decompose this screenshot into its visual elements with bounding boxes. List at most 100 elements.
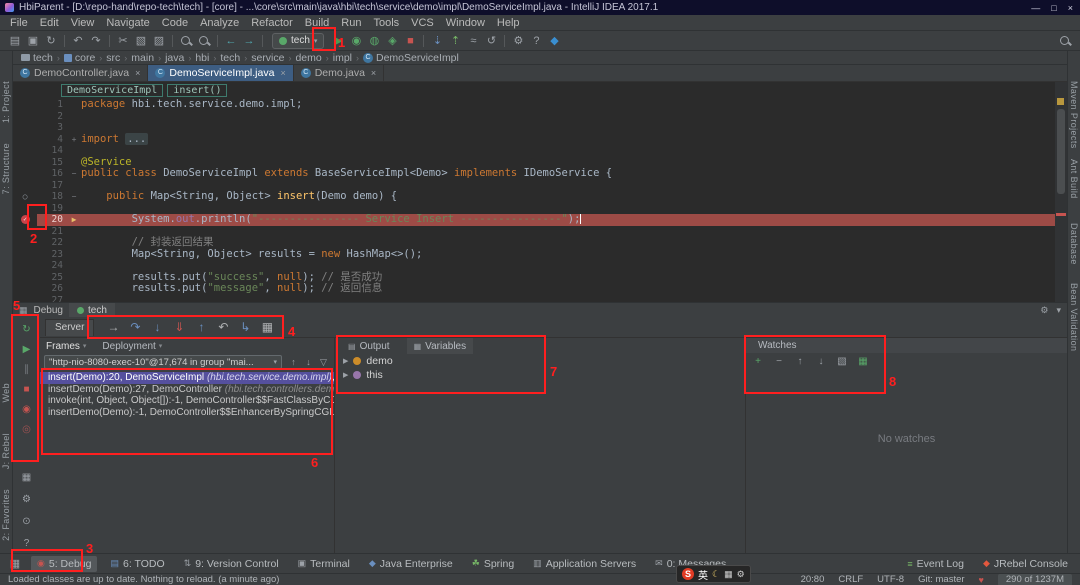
cut-icon[interactable]: ✂ <box>114 33 132 49</box>
settings-icon[interactable]: ⚙ <box>509 33 527 49</box>
tab-democontroller-java[interactable]: CDemoController.java× <box>13 65 148 81</box>
force-step-into-icon[interactable]: ⇓ <box>168 318 190 336</box>
code-line-23[interactable]: 23 Map<String, Object> results = new Has… <box>13 249 1055 261</box>
help-icon[interactable]: ? <box>527 33 545 49</box>
search-everywhere-icon[interactable] <box>1056 33 1074 49</box>
move-down-icon[interactable]: ↓ <box>814 354 828 368</box>
toolwindow-button-jrebel-console[interactable]: ◆JRebel Console <box>977 556 1074 572</box>
gutter-icon-area[interactable] <box>13 226 37 238</box>
breadcrumb-item-impl-9[interactable]: impl <box>331 52 354 64</box>
copy-icon[interactable]: ▧ <box>132 33 150 49</box>
menu-edit[interactable]: Edit <box>34 17 65 29</box>
prev-frame-icon[interactable]: ↑ <box>287 356 300 369</box>
open-icon[interactable]: ▤ <box>6 33 24 49</box>
gutter-icon-area[interactable] <box>13 145 37 157</box>
close-icon[interactable]: × <box>135 68 140 78</box>
fold-marker[interactable] <box>67 260 81 272</box>
vcs-diff-icon[interactable]: ≈ <box>464 33 482 49</box>
fold-marker[interactable]: + <box>67 134 81 146</box>
stop-icon[interactable]: ■ <box>18 381 35 397</box>
sync-icon[interactable]: ↻ <box>42 33 60 49</box>
vcs-commit-icon[interactable]: ⇡ <box>446 33 464 49</box>
settings-icon[interactable]: ⚙ <box>18 491 35 507</box>
toolwindow-button-web[interactable]: Web <box>1 383 11 403</box>
mute-breakpoints-icon[interactable]: ◎ <box>18 421 35 437</box>
code-editor[interactable]: DemoServiceImpl insert() 1package hbi.te… <box>13 82 1067 302</box>
debug-icon[interactable]: ◉ <box>347 33 365 49</box>
menu-run[interactable]: Run <box>335 17 367 29</box>
menu-refactor[interactable]: Refactor <box>245 17 299 29</box>
undo-icon[interactable]: ↶ <box>69 33 87 49</box>
moon-icon[interactable]: ☾ <box>712 569 720 580</box>
gutter-icon-area[interactable] <box>13 122 37 134</box>
code-line-16[interactable]: 16−public class DemoServiceImpl extends … <box>13 168 1055 180</box>
fold-marker[interactable] <box>67 122 81 134</box>
menu-view[interactable]: View <box>65 17 101 29</box>
gutter-icon-area[interactable] <box>13 283 37 295</box>
fold-marker[interactable] <box>67 283 81 295</box>
pin-icon[interactable]: ⊙ <box>18 513 35 529</box>
evaluate-expression-icon[interactable]: ▦ <box>256 318 278 336</box>
code-line-20[interactable]: ✓20▶ System.out.println("---------------… <box>13 214 1055 226</box>
gutter-icon-area[interactable] <box>13 295 37 303</box>
toolwindow-button-bean-validation[interactable]: Bean Validation <box>1069 283 1079 351</box>
paste-icon[interactable]: ▨ <box>150 33 168 49</box>
fold-marker[interactable] <box>67 295 81 303</box>
fold-marker[interactable] <box>67 99 81 111</box>
close-icon[interactable]: × <box>371 68 376 78</box>
menu-vcs[interactable]: VCS <box>405 17 440 29</box>
toolwindow-button-terminal[interactable]: ▣Terminal <box>292 556 356 572</box>
menu-tools[interactable]: Tools <box>367 17 405 29</box>
menu-help[interactable]: Help <box>491 17 526 29</box>
toolwindow-button-java-enterprise[interactable]: ◆Java Enterprise <box>363 556 459 572</box>
duplicate-watch-icon[interactable]: ▧ <box>835 354 849 368</box>
gutter-icon-area[interactable] <box>13 157 37 169</box>
step-over-icon[interactable]: ↷ <box>124 318 146 336</box>
remove-watch-icon[interactable]: − <box>772 354 786 368</box>
toolwindow-switcher-icon[interactable]: ▦ <box>6 556 24 572</box>
code-line-14[interactable]: 14 <box>13 145 1055 157</box>
gutter-icon-area[interactable]: ✓ <box>13 214 37 226</box>
run-icon[interactable]: ▶ <box>329 33 347 49</box>
class-breadcrumb-chip[interactable]: DemoServiceImpl <box>61 84 163 97</box>
profiler-icon[interactable]: ◈ <box>383 33 401 49</box>
method-breadcrumb-chip[interactable]: insert() <box>167 84 227 97</box>
expand-arrow-icon[interactable]: ▶ <box>343 371 348 379</box>
fold-marker[interactable] <box>67 180 81 192</box>
fold-marker[interactable]: ▶ <box>67 214 81 226</box>
breadcrumb-item-demo-8[interactable]: demo <box>293 52 323 64</box>
fold-marker[interactable] <box>67 237 81 249</box>
stack-frame-1[interactable]: insertDemo(Demo):27, DemoController (hbi… <box>40 384 334 396</box>
code-area[interactable]: 1package hbi.tech.service.demo.impl;234+… <box>13 99 1055 302</box>
restore-layout-icon[interactable]: ▦ <box>18 469 35 485</box>
fold-marker[interactable] <box>67 203 81 215</box>
variable-demo[interactable]: ▶demo <box>335 354 745 368</box>
forward-icon[interactable]: → <box>240 33 258 49</box>
breadcrumb-item-tech-6[interactable]: tech <box>218 52 242 64</box>
menu-build[interactable]: Build <box>299 17 335 29</box>
find-icon[interactable] <box>177 33 195 49</box>
tab-output[interactable]: ▤Output <box>341 338 397 354</box>
gutter-icon-area[interactable] <box>13 168 37 180</box>
vcs-branch-widget[interactable]: Git: master <box>918 574 964 585</box>
tab-deployment[interactable]: Deployment▾ <box>102 341 162 352</box>
breadcrumb-item-core-1[interactable]: core <box>62 52 97 64</box>
jrebel-icon[interactable]: ◆ <box>545 33 563 49</box>
evaluate-icon[interactable]: ▦ <box>856 354 870 368</box>
toolwindow-button-ant-build[interactable]: Ant Build <box>1069 159 1079 199</box>
wrench-icon[interactable]: ⚙ <box>737 569 745 580</box>
toolwindow-button-maven-projects[interactable]: Maven Projects <box>1069 81 1079 149</box>
toolwindow-button-j-rebel[interactable]: J: Rebel <box>1 433 11 469</box>
fold-marker[interactable]: − <box>67 168 81 180</box>
toolwindow-button-spring[interactable]: ☘Spring <box>466 556 520 572</box>
gutter-icon-area[interactable] <box>13 180 37 192</box>
debug-session-tab[interactable]: tech <box>69 303 115 318</box>
filter-frames-icon[interactable]: ▽ <box>317 356 330 369</box>
menu-file[interactable]: File <box>4 17 34 29</box>
fold-marker[interactable] <box>67 249 81 261</box>
gutter-icon-area[interactable] <box>13 134 37 146</box>
toolwindow-button-application-servers[interactable]: ▥Application Servers <box>527 556 642 572</box>
menu-code[interactable]: Code <box>156 17 194 29</box>
editor-scrollbar[interactable] <box>1055 82 1067 302</box>
help-icon[interactable]: ? <box>18 535 35 551</box>
